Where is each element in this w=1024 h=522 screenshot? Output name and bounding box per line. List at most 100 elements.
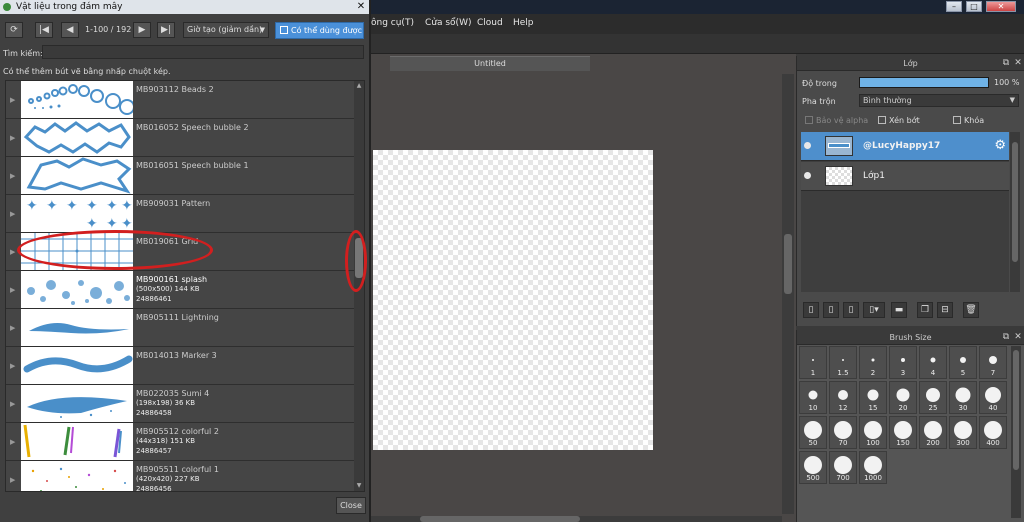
- new-vector-layer-icon[interactable]: ▯: [823, 302, 839, 318]
- new-raster-layer-icon[interactable]: ▯: [803, 302, 819, 318]
- menu-window[interactable]: Cửa sổ(W): [425, 18, 471, 28]
- brush-size-cell[interactable]: 500: [799, 451, 827, 484]
- opacity-slider[interactable]: [859, 77, 989, 88]
- layer-list-scroll-thumb[interactable]: [1012, 142, 1018, 262]
- canvas-vertical-scroll-thumb[interactable]: [784, 234, 792, 294]
- brush-size-cell[interactable]: 300: [949, 416, 977, 449]
- list-item[interactable]: ▶ ✦ ✦ ✦ ✦ ✦ ✦ ✦ ✦ ✦ MB909031 Pattern: [6, 195, 358, 233]
- list-item[interactable]: ▶ MB016052 Speech bubble 2: [6, 119, 358, 157]
- expand-icon[interactable]: ▶: [10, 172, 15, 180]
- new-correction-layer-icon[interactable]: ▯▾: [863, 302, 885, 318]
- brush-size-cell[interactable]: 7: [979, 346, 1007, 379]
- menu-tools[interactable]: ông cụ(T): [371, 18, 414, 28]
- expand-icon[interactable]: ▶: [10, 248, 15, 256]
- usable-toggle-button[interactable]: Có thể dùng được: [275, 22, 364, 39]
- brush-size-label: 150: [896, 439, 910, 447]
- list-item[interactable]: ▶ MB905511 colorful 1 (420x420) 227 KB 2…: [6, 461, 358, 491]
- expand-icon[interactable]: ▶: [10, 324, 15, 332]
- brush-size-cell[interactable]: 400: [979, 416, 1007, 449]
- brush-size-scrollbar[interactable]: [1011, 346, 1021, 518]
- expand-icon[interactable]: ▶: [10, 362, 15, 370]
- brush-size-cell[interactable]: 40: [979, 381, 1007, 414]
- cloud-material-dialog: Vật liệu trong đám mây ✕ ⟳ |◀ ◀ 1-100 / …: [0, 0, 371, 522]
- panel-popout-icon[interactable]: ⧉: [1001, 58, 1011, 68]
- menu-help[interactable]: Help: [513, 18, 534, 28]
- expand-icon[interactable]: ▶: [10, 438, 15, 446]
- close-icon[interactable]: ✕: [353, 0, 369, 14]
- layer-row[interactable]: Lớp1: [801, 162, 1009, 191]
- brush-size-cell[interactable]: 1000: [859, 451, 887, 484]
- panel-close-icon[interactable]: ✕: [1013, 332, 1023, 342]
- gear-icon[interactable]: ⚙: [994, 138, 1006, 153]
- layer-row[interactable]: @LucyHappy17 ⚙: [801, 132, 1009, 161]
- canvas-horizontal-scroll-thumb[interactable]: [420, 516, 580, 522]
- brush-size-cell[interactable]: 10: [799, 381, 827, 414]
- brush-size-cell[interactable]: 3: [889, 346, 917, 379]
- next-page-button[interactable]: ▶: [133, 22, 151, 38]
- protect-alpha-checkbox[interactable]: Bảo vệ alpha: [805, 116, 868, 125]
- expand-icon[interactable]: ▶: [10, 210, 15, 218]
- list-item[interactable]: ▶ MB022035 Sumi 4 (198x198) 36 KB 248864…: [6, 385, 358, 423]
- list-item[interactable]: ▶ MB016051 Speech bubble 1: [6, 157, 358, 195]
- brush-size-cell[interactable]: 15: [859, 381, 887, 414]
- brush-size-cell[interactable]: 150: [889, 416, 917, 449]
- last-page-button[interactable]: ▶|: [157, 22, 175, 38]
- brush-size-cell[interactable]: 20: [889, 381, 917, 414]
- list-item[interactable]: ▶ MB905111 Lightning: [6, 309, 358, 347]
- brush-size-cell[interactable]: 700: [829, 451, 857, 484]
- panel-popout-icon[interactable]: ⧉: [1001, 332, 1011, 342]
- brush-size-cell[interactable]: 200: [919, 416, 947, 449]
- expand-icon[interactable]: ▶: [10, 134, 15, 142]
- canvas-vertical-scrollbar[interactable]: [782, 74, 794, 514]
- list-item[interactable]: ▶ MB014013 Marker 3: [6, 347, 358, 385]
- brush-size-cell[interactable]: 2: [859, 346, 887, 379]
- expand-icon[interactable]: ▶: [10, 400, 15, 408]
- visibility-icon[interactable]: [804, 142, 811, 149]
- brush-size-cell[interactable]: 25: [919, 381, 947, 414]
- previous-page-button[interactable]: ◀: [61, 22, 79, 38]
- menu-cloud[interactable]: Cloud: [477, 18, 503, 28]
- brush-size-cell[interactable]: 12: [829, 381, 857, 414]
- list-item[interactable]: ▶ MB905512 colorful 2 (44x318) 151 KB 24…: [6, 423, 358, 461]
- brush-size-scroll-thumb[interactable]: [1013, 350, 1019, 470]
- brush-size-cell[interactable]: 1.5: [829, 346, 857, 379]
- new-layer-icon[interactable]: ▯: [843, 302, 859, 318]
- list-item[interactable]: ▶ MB900161 splash (500x500) 144 KB 24886…: [6, 271, 358, 309]
- brush-size-cell[interactable]: 1: [799, 346, 827, 379]
- close-button[interactable]: Close: [336, 497, 366, 514]
- scroll-up-icon[interactable]: ▲: [354, 81, 364, 91]
- maximize-button[interactable]: □: [966, 1, 982, 12]
- canvas-horizontal-scrollbar[interactable]: [370, 516, 782, 522]
- copy-layer-icon[interactable]: ❐: [917, 302, 933, 318]
- lightning-art: [29, 323, 129, 334]
- merge-layer-icon[interactable]: ⊟: [937, 302, 953, 318]
- brush-size-cell[interactable]: 70: [829, 416, 857, 449]
- visibility-icon[interactable]: [804, 172, 811, 179]
- brush-size-cell[interactable]: 5: [949, 346, 977, 379]
- brush-size-cell[interactable]: 4: [919, 346, 947, 379]
- sort-select[interactable]: Giờ tạo (giảm dần) ▼: [183, 22, 269, 38]
- new-folder-icon[interactable]: ▬: [891, 302, 907, 318]
- refresh-button[interactable]: ⟳: [5, 22, 23, 38]
- blend-mode-select[interactable]: Bình thường ▼: [859, 94, 1019, 107]
- list-item[interactable]: ▶ MB903112 Beads 2: [6, 81, 358, 119]
- delete-layer-icon[interactable]: 🗑: [963, 302, 979, 318]
- brush-size-cell[interactable]: 50: [799, 416, 827, 449]
- first-page-button[interactable]: |◀: [35, 22, 53, 38]
- expand-icon[interactable]: ▶: [10, 286, 15, 294]
- layer-list-scrollbar[interactable]: [1010, 132, 1020, 292]
- expand-icon[interactable]: ▶: [10, 96, 15, 104]
- lock-checkbox[interactable]: Khóa: [953, 116, 984, 125]
- brush-size-label: 100: [866, 439, 880, 447]
- expand-icon[interactable]: ▶: [10, 476, 15, 484]
- scroll-down-icon[interactable]: ▼: [354, 481, 364, 491]
- clipping-checkbox[interactable]: Xén bớt: [878, 116, 920, 125]
- minimize-button[interactable]: –: [946, 1, 962, 12]
- canvas[interactable]: [373, 150, 653, 450]
- brush-size-cell[interactable]: 30: [949, 381, 977, 414]
- canvas-tab[interactable]: Untitled: [390, 56, 590, 71]
- brush-size-cell[interactable]: 100: [859, 416, 887, 449]
- search-input[interactable]: [42, 45, 364, 59]
- panel-close-icon[interactable]: ✕: [1013, 58, 1023, 68]
- app-close-button[interactable]: ✕: [986, 1, 1016, 12]
